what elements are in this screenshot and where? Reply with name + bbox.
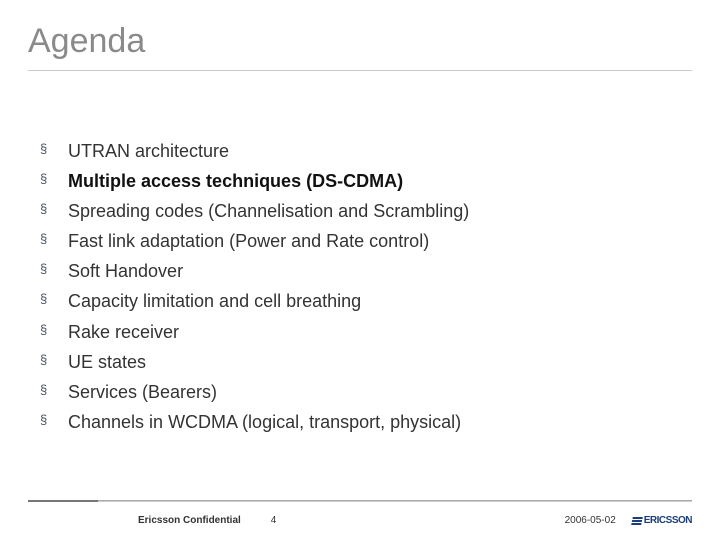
bullet-mark: § — [40, 349, 68, 370]
list-item: §UTRAN architecture — [40, 138, 680, 164]
list-item: §Rake receiver — [40, 319, 680, 345]
list-item: §Channels in WCDMA (logical, transport, … — [40, 409, 680, 435]
bullet-text: Services (Bearers) — [68, 379, 217, 405]
list-item: §Soft Handover — [40, 258, 680, 284]
bullet-mark: § — [40, 228, 68, 249]
ericsson-bars-icon — [631, 517, 643, 525]
ericsson-logo: ERICSSON — [632, 515, 692, 526]
footer-divider — [28, 500, 692, 502]
footer-confidential: Ericsson Confidential — [138, 515, 241, 526]
ericsson-logo-text: ERICSSON — [644, 515, 692, 526]
bullet-text: Fast link adaptation (Power and Rate con… — [68, 228, 429, 254]
footer: Ericsson Confidential 4 2006-05-02 ERICS… — [28, 515, 692, 526]
bullet-text: Soft Handover — [68, 258, 183, 284]
bullet-list: §UTRAN architecture§Multiple access tech… — [40, 138, 680, 439]
bullet-text: Spreading codes (Channelisation and Scra… — [68, 198, 469, 224]
slide-title: Agenda — [28, 22, 145, 61]
list-item: §Fast link adaptation (Power and Rate co… — [40, 228, 680, 254]
bullet-mark: § — [40, 138, 68, 159]
list-item: §Spreading codes (Channelisation and Scr… — [40, 198, 680, 224]
footer-page-number: 4 — [271, 515, 277, 526]
bullet-mark: § — [40, 198, 68, 219]
bullet-mark: § — [40, 258, 68, 279]
bullet-text: UTRAN architecture — [68, 138, 229, 164]
bullet-text: Multiple access techniques (DS-CDMA) — [68, 168, 403, 194]
bullet-text: Capacity limitation and cell breathing — [68, 288, 361, 314]
bullet-text: UE states — [68, 349, 146, 375]
list-item: §UE states — [40, 349, 680, 375]
bullet-text: Rake receiver — [68, 319, 179, 345]
list-item: §Services (Bearers) — [40, 379, 680, 405]
bullet-mark: § — [40, 168, 68, 189]
bullet-mark: § — [40, 319, 68, 340]
footer-date: 2006-05-02 — [565, 515, 616, 526]
list-item: §Capacity limitation and cell breathing — [40, 288, 680, 314]
bullet-mark: § — [40, 288, 68, 309]
bullet-text: Channels in WCDMA (logical, transport, p… — [68, 409, 461, 435]
list-item: §Multiple access techniques (DS-CDMA) — [40, 168, 680, 194]
bullet-mark: § — [40, 409, 68, 430]
title-underline — [28, 70, 692, 71]
bullet-mark: § — [40, 379, 68, 400]
